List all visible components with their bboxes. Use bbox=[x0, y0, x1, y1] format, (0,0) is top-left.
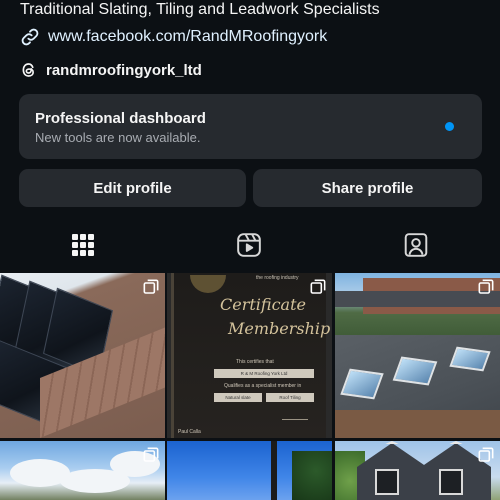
dashboard-subtitle: New tools are now available. bbox=[35, 130, 201, 145]
tab-posts-grid[interactable] bbox=[0, 222, 166, 272]
certificate-field-1: Natural slate bbox=[214, 393, 262, 402]
professional-dashboard-card[interactable]: Professional dashboard New tools are now… bbox=[19, 94, 482, 159]
certificate-qualifies: Qualifies as a specialist member in bbox=[224, 383, 302, 389]
multiple-posts-icon bbox=[310, 279, 326, 300]
multiple-posts-icon bbox=[143, 447, 159, 468]
post-tile-blue-sky[interactable] bbox=[167, 441, 332, 500]
share-profile-button[interactable]: Share profile bbox=[253, 169, 482, 207]
profile-tabs bbox=[0, 222, 500, 272]
multiple-posts-icon bbox=[478, 447, 494, 468]
notification-dot bbox=[445, 122, 454, 131]
grid-icon bbox=[71, 233, 95, 262]
certificate-field-2: Roof Tiling bbox=[266, 393, 314, 402]
tagged-person-icon bbox=[403, 232, 429, 263]
dashboard-title: Professional dashboard bbox=[35, 110, 206, 127]
post-tile-gables[interactable] bbox=[335, 441, 500, 500]
certificate-company: R & M Roofing York Ltd bbox=[214, 369, 314, 378]
certificate-header: the roofing industry bbox=[256, 275, 299, 281]
profile-link[interactable]: www.facebook.com/RandMRoofingyork bbox=[20, 27, 327, 47]
multiple-posts-icon bbox=[478, 279, 494, 300]
reels-icon bbox=[236, 232, 262, 263]
post-tile-skylights[interactable] bbox=[335, 273, 500, 438]
certificate-image: the roofing industry Certificate Members… bbox=[171, 273, 330, 438]
post-tile-certificate[interactable]: the roofing industry Certificate Members… bbox=[167, 273, 332, 438]
post-tile-clouds[interactable] bbox=[0, 441, 165, 500]
profile-tagline: Traditional Slating, Tiling and Leadwork… bbox=[20, 1, 380, 18]
tab-reels[interactable] bbox=[166, 222, 332, 272]
edit-profile-button[interactable]: Edit profile bbox=[19, 169, 246, 207]
link-icon bbox=[20, 27, 40, 47]
tab-tagged[interactable] bbox=[333, 222, 499, 272]
multiple-posts-icon bbox=[143, 279, 159, 300]
threads-handle[interactable]: randmroofingyork_ltd bbox=[46, 62, 202, 79]
certificate-script-2: Membership bbox=[228, 319, 331, 338]
threads-badge[interactable]: randmroofingyork_ltd bbox=[20, 61, 202, 79]
profile-link-text[interactable]: www.facebook.com/RandMRoofingyork bbox=[48, 28, 327, 46]
post-tile-solar-panels[interactable] bbox=[0, 273, 165, 438]
certificate-script-1: Certificate bbox=[220, 295, 306, 314]
threads-icon bbox=[20, 61, 38, 79]
certificate-footer: Paul Calla bbox=[178, 429, 201, 435]
certificate-certifies: This certifies that bbox=[236, 359, 274, 365]
